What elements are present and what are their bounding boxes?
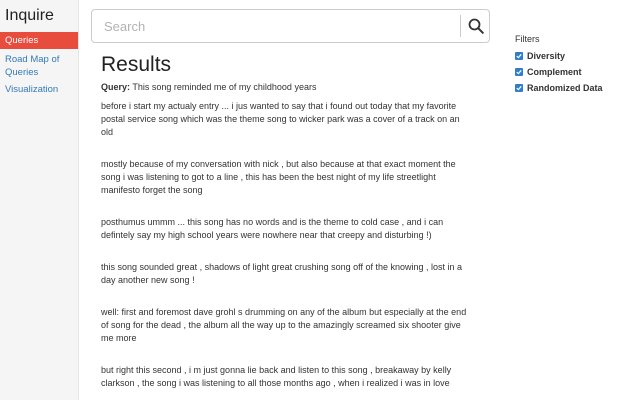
result-item: but right this second , i m just gonna l… <box>101 365 452 388</box>
result-item: mostly because of my conversation with n… <box>101 159 456 195</box>
checkbox-randomized-data[interactable] <box>515 84 523 92</box>
result-item: well: first and foremost dave grohl s dr… <box>101 307 467 343</box>
checkmark-icon <box>516 53 522 59</box>
results-title: Results <box>101 53 172 76</box>
query-text: This song reminded me of my childhood ye… <box>132 82 317 92</box>
result-item: before i start my actualy entry ... i ju… <box>101 101 460 137</box>
result-item: posthumus ummm ... this song has no word… <box>101 217 444 240</box>
filters-panel: Filters Diversity Complement Randomized … <box>515 34 615 98</box>
checkbox-complement[interactable] <box>515 68 523 76</box>
search-button[interactable] <box>461 10 490 42</box>
checkbox-diversity[interactable] <box>515 52 523 60</box>
search-bar <box>91 9 490 43</box>
filters-title: Filters <box>515 34 540 44</box>
sidebar-item-road-map-of-queries[interactable]: Road Map of Queries <box>0 53 78 79</box>
result-item: this song sounded great , shadows of lig… <box>101 262 463 285</box>
checkmark-icon <box>516 85 522 91</box>
filter-complement[interactable]: Complement <box>515 66 615 78</box>
search-input[interactable] <box>92 10 461 42</box>
query-line: Query: This song reminded me of my child… <box>101 82 316 92</box>
sidebar: Inquire Queries Road Map of Queries Visu… <box>0 0 79 400</box>
sidebar-item-visualization[interactable]: Visualization <box>0 83 78 96</box>
filter-diversity[interactable]: Diversity <box>515 50 615 62</box>
filter-label: Complement <box>527 67 582 77</box>
checkmark-icon <box>516 69 522 75</box>
brand-title[interactable]: Inquire <box>0 0 78 32</box>
search-icon <box>468 18 484 34</box>
results-list: before i start my actualy entry ... i ju… <box>101 100 473 400</box>
filter-label: Randomized Data <box>527 83 603 93</box>
query-label: Query: <box>101 82 131 92</box>
filter-randomized-data[interactable]: Randomized Data <box>515 82 615 94</box>
sidebar-item-queries[interactable]: Queries <box>0 32 78 49</box>
filter-label: Diversity <box>527 51 566 61</box>
